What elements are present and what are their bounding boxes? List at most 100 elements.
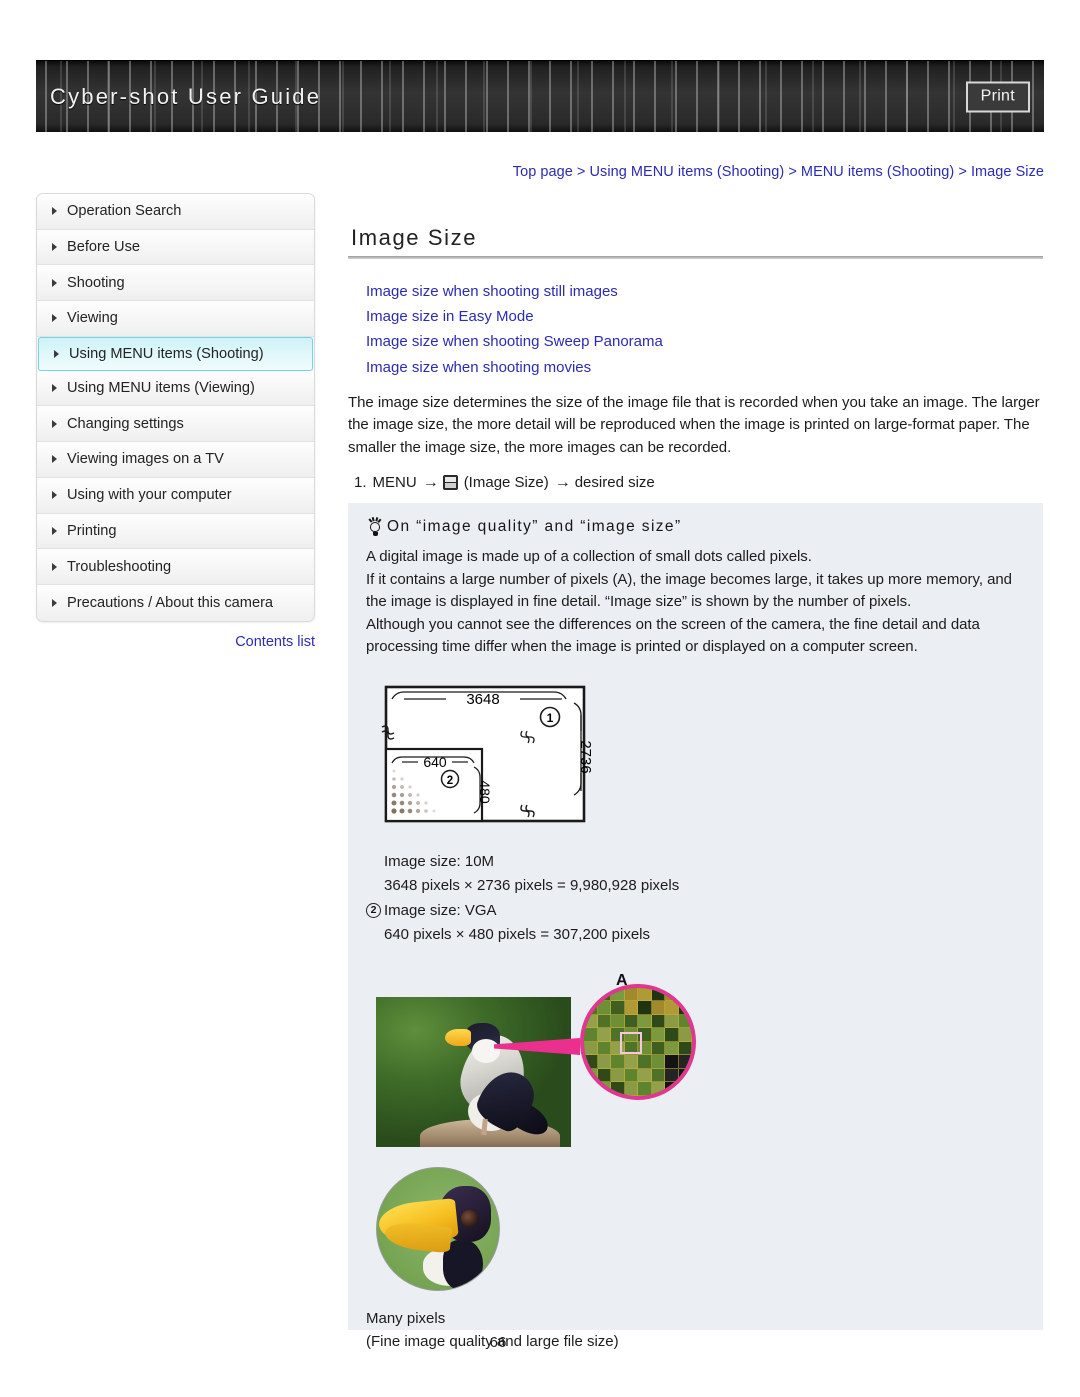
pixel-cell	[665, 1041, 679, 1056]
pixel-cell	[597, 1014, 611, 1029]
pixel-cell	[665, 1055, 679, 1069]
pixel-cell	[678, 1001, 692, 1015]
diagram-outer-height: 2736	[577, 740, 594, 773]
pixel-cell	[584, 1001, 598, 1015]
size-caption-marker	[366, 854, 381, 869]
pixel-cell	[611, 1082, 625, 1096]
print-button[interactable]: Print	[965, 81, 1030, 112]
sidebar-item-label: Shooting	[67, 274, 125, 291]
sidebar-item-using-menu-items-shooting[interactable]: Using MENU items (Shooting)	[38, 336, 313, 371]
app-title: Cyber-shot User Guide	[50, 83, 322, 109]
sidebar-item-using-menu-items-viewing[interactable]: Using MENU items (Viewing)	[37, 370, 314, 407]
size-caption-title: Image size: 10M	[384, 852, 495, 870]
pixel-size-diagram-svg: 3648 2736 1 640 480 2	[381, 685, 594, 823]
sidebar-item-label: Viewing images on a TV	[67, 451, 224, 468]
pixel-cell	[678, 1068, 692, 1083]
pixel-cell	[665, 1028, 679, 1042]
app-header: Cyber-shot User Guide Print	[36, 60, 1044, 132]
step-result: desired size	[574, 474, 655, 492]
pixel-cell	[584, 1028, 598, 1042]
bird-beak-shape	[445, 1028, 471, 1046]
step-menu-label: MENU	[372, 474, 417, 492]
sidebar-item-label: Using MENU items (Viewing)	[67, 380, 255, 397]
pixel-cell	[611, 1014, 625, 1029]
sidebar-item-precautions-about-this-camera[interactable]: Precautions / About this camera	[37, 584, 314, 621]
step-icon-label: (Image Size)	[463, 474, 549, 492]
intro-paragraph: The image size determines the size of th…	[348, 393, 1040, 456]
sidebar-item-label: Troubleshooting	[67, 558, 172, 575]
pixel-cell	[665, 987, 679, 1002]
sidebar-item-viewing[interactable]: Viewing	[37, 301, 314, 337]
title-divider	[348, 256, 1043, 259]
figure-caption-line-1: Many pixels	[366, 1309, 446, 1327]
anchor-link-4[interactable]: Image size when shooting movies	[366, 355, 1043, 380]
size-caption-list: Image size: 10M 3648 pixels × 2736 pixels…	[366, 850, 1031, 948]
pixel-cell	[678, 1055, 692, 1069]
pixel-cell	[584, 1055, 598, 1069]
main-content: Image Size Image size when shooting stil…	[348, 225, 1043, 492]
sidebar-item-shooting[interactable]: Shooting	[37, 265, 314, 302]
tip-heading: On “image quality” and “image size”	[366, 517, 1031, 537]
triangle-bullet-icon	[54, 349, 59, 358]
step-arrow-1: →	[422, 473, 439, 491]
sidebar-item-label: Before Use	[67, 239, 141, 256]
sidebar-item-printing[interactable]: Printing	[37, 513, 314, 550]
anchor-link-3[interactable]: Image size when shooting Sweep Panorama	[366, 329, 1043, 354]
sidebar-item-using-with-your-computer[interactable]: Using with your computer	[37, 477, 314, 514]
pixel-cell	[624, 1014, 638, 1029]
figure-many-pixels: A	[376, 972, 696, 1147]
pixel-cell	[651, 1001, 665, 1015]
triangle-bullet-icon	[52, 314, 57, 323]
pixel-cell	[624, 987, 638, 1002]
breadcrumb[interactable]: Top page > Using MENU items (Shooting) >…	[0, 164, 1044, 180]
sidebar-item-label: Using with your computer	[67, 487, 232, 504]
pixel-cell	[584, 1041, 598, 1056]
pixel-cell	[584, 1082, 598, 1096]
pixel-cell	[611, 1068, 625, 1083]
pixel-cell	[611, 1001, 625, 1015]
anchor-link-list: Image size when shooting still images Ima…	[366, 279, 1043, 380]
pixel-cell	[597, 1068, 611, 1083]
closeup-lower-beak-shape	[383, 1220, 453, 1254]
pixel-cell	[597, 1028, 611, 1042]
anchor-link-1[interactable]: Image size when shooting still images	[366, 279, 1043, 304]
step-number: 1.	[354, 474, 367, 492]
pixel-cell	[624, 1068, 638, 1083]
pixel-cell	[624, 1055, 638, 1069]
pixel-cell	[665, 1001, 679, 1015]
pixel-cell	[651, 1014, 665, 1029]
triangle-bullet-icon	[52, 526, 57, 535]
pixel-cell	[611, 987, 625, 1002]
diagram-inner-width: 640	[423, 754, 447, 770]
triangle-bullet-icon	[52, 491, 57, 500]
image-size-menu-icon	[442, 475, 458, 491]
bird-closeup-photo	[376, 1166, 500, 1291]
diagram-outer-width: 3648	[466, 691, 499, 708]
pixel-selection-box	[620, 1031, 642, 1054]
pixel-cell	[597, 1041, 611, 1056]
pixel-cell	[638, 987, 652, 1002]
pixel-cell	[651, 1028, 665, 1042]
contents-list-link[interactable]: Contents list	[36, 634, 315, 650]
pixel-cell	[584, 1014, 598, 1029]
sidebar-item-changing-settings[interactable]: Changing settings	[37, 406, 314, 443]
pixel-cell	[678, 1014, 692, 1029]
sidebar-item-before-use[interactable]: Before Use	[37, 229, 314, 266]
sidebar-item-label: Changing settings	[67, 415, 184, 432]
triangle-bullet-icon	[52, 419, 57, 428]
sidebar-item-label: Using MENU items (Shooting)	[69, 345, 264, 362]
diagram-inner-height: 480	[477, 780, 493, 804]
sidebar-item-operation-search[interactable]: Operation Search	[37, 194, 314, 230]
size-caption-title: Image size: VGA	[384, 901, 497, 919]
sidebar-item-troubleshooting[interactable]: Troubleshooting	[37, 549, 314, 585]
triangle-bullet-icon	[52, 207, 57, 216]
pixel-cell	[638, 1082, 652, 1096]
pixel-cell	[638, 1055, 652, 1069]
pixel-size-diagram: 3648 2736 1 640 480 2	[378, 681, 1031, 836]
triangle-bullet-icon	[52, 455, 57, 464]
lightbulb-icon	[366, 517, 384, 537]
pixel-cell	[584, 1068, 598, 1083]
sidebar-item-viewing-images-on-a-tv[interactable]: Viewing images on a TV	[37, 442, 314, 478]
anchor-link-2[interactable]: Image size in Easy Mode	[366, 304, 1043, 329]
size-caption-row: Image size: 10M 3648 pixels × 2736 pixels…	[366, 850, 1031, 899]
